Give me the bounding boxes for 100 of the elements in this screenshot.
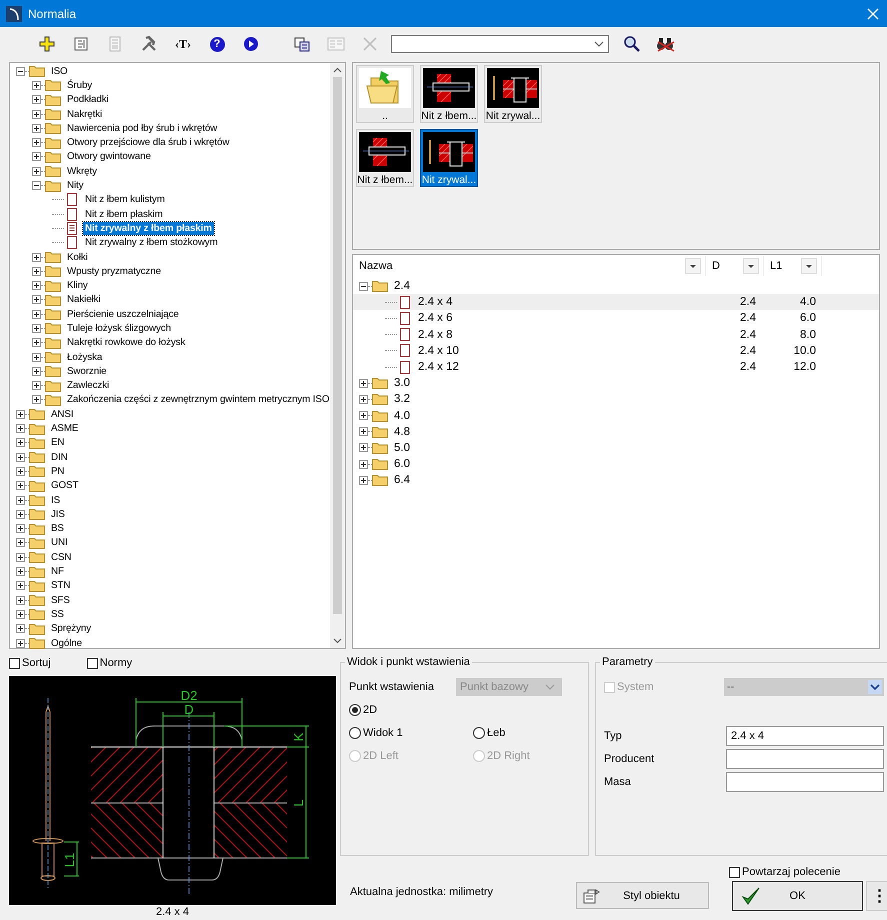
table-row[interactable]: 2.4	[353, 278, 879, 294]
table-row[interactable]: 6.0	[353, 456, 879, 472]
tree-item[interactable]: Podkładki	[65, 93, 111, 106]
scroll-down-icon[interactable]	[333, 638, 342, 644]
expander-icon[interactable]	[16, 538, 25, 548]
expander-icon[interactable]	[16, 638, 25, 648]
tree-item[interactable]: Tuleje łożysk ślizgowych	[65, 322, 173, 335]
tree-item[interactable]: Sprężyny	[49, 622, 94, 636]
expander-icon[interactable]	[16, 466, 25, 476]
tree-item[interactable]: Nity	[65, 179, 86, 192]
table-row[interactable]: 2.4 x 12 2.4 12.0	[353, 358, 879, 376]
expander-icon[interactable]	[32, 352, 41, 362]
close-icon[interactable]	[867, 8, 879, 20]
tree-item[interactable]: EN	[49, 436, 66, 450]
tree-item[interactable]: Nawiercenia pod łby śrub i wkrętów	[65, 122, 220, 135]
tree-item[interactable]: BS	[49, 522, 66, 536]
thumbnail[interactable]: Nit z łbem...	[356, 129, 414, 187]
expander-icon[interactable]	[32, 395, 41, 404]
search-combo[interactable]	[391, 35, 609, 53]
expander-icon[interactable]	[359, 282, 368, 291]
expander-icon[interactable]	[32, 281, 41, 290]
column-header[interactable]: D	[706, 256, 764, 276]
thumbnail[interactable]: ..	[356, 65, 414, 123]
expander-icon[interactable]	[16, 510, 25, 519]
tree-item[interactable]: Otwory przejściowe dla śrub i wkrętów	[65, 136, 232, 150]
expander-icon[interactable]	[16, 524, 25, 534]
tree-item[interactable]: Zawleczki	[65, 379, 112, 392]
expander-icon[interactable]	[359, 378, 368, 388]
input-field[interactable]: 2.4 x 4	[726, 726, 884, 746]
expander-icon[interactable]	[16, 410, 25, 419]
tree-item[interactable]: NF	[49, 565, 66, 578]
tree-item[interactable]: GOST	[49, 479, 80, 492]
expander-icon[interactable]	[359, 427, 368, 436]
expander-icon[interactable]	[16, 596, 25, 605]
tree-item[interactable]: Kołki	[65, 250, 90, 264]
tree-item[interactable]: Kliny	[65, 279, 90, 292]
expander-icon[interactable]	[32, 338, 41, 348]
dropdown-icon[interactable]	[743, 258, 759, 274]
tree-item[interactable]: SFS	[49, 594, 72, 607]
input-field[interactable]	[726, 749, 884, 769]
more-button[interactable]: ⋮	[866, 881, 887, 911]
table-row[interactable]: 2.4 x 6 2.4 6.0	[353, 310, 879, 327]
expander-icon[interactable]	[16, 66, 25, 76]
expander-icon[interactable]	[32, 138, 41, 148]
tree-item[interactable]: Nakrętki rowkowe do łożysk	[65, 336, 188, 350]
checkbox[interactable]	[729, 866, 740, 878]
table-row[interactable]: 2.4 x 10 2.4 10.0	[353, 342, 879, 359]
table-row[interactable]: 3.0	[353, 375, 879, 392]
column-header[interactable]: Nazwa	[353, 256, 706, 276]
expander-icon[interactable]	[16, 552, 25, 562]
dropdown-icon[interactable]	[685, 258, 701, 274]
tree-item[interactable]: Zakończenia części z zewnętrznym gwintem metrycznym ISO	[65, 393, 332, 406]
expander-icon[interactable]	[16, 624, 25, 634]
tree-item[interactable]: Wkręty	[65, 164, 99, 178]
expander-icon[interactable]	[32, 324, 41, 333]
expander-icon[interactable]	[32, 181, 41, 190]
scroll-up-icon[interactable]	[333, 67, 342, 73]
expander-icon[interactable]	[359, 411, 368, 420]
expander-icon[interactable]	[32, 295, 41, 304]
thumbnail[interactable]: Nit z łbem...	[420, 65, 478, 123]
expander-icon[interactable]	[32, 366, 41, 376]
thumbnail[interactable]: Nit zrywal...	[420, 129, 478, 187]
tree-item[interactable]: SS	[49, 608, 66, 621]
expander-icon[interactable]	[16, 496, 25, 505]
tree-item[interactable]: Łożyska	[65, 350, 104, 364]
table-row[interactable]: 2.4 x 8 2.4 8.0	[353, 326, 879, 343]
table-row[interactable]: 4.8	[353, 424, 879, 440]
chevron-down-icon[interactable]	[868, 680, 882, 694]
expander-icon[interactable]	[32, 252, 41, 262]
tree-item[interactable]: IS	[49, 494, 62, 507]
text-style-button[interactable]: ‹T›	[166, 31, 200, 57]
table-row[interactable]: 2.4 x 4 2.4 4.0	[353, 294, 879, 310]
dropdown-icon[interactable]	[801, 258, 817, 274]
expander-icon[interactable]	[16, 438, 25, 448]
radio-button[interactable]	[349, 727, 361, 739]
tree-item[interactable]: JIS	[49, 508, 67, 521]
checkbox[interactable]	[9, 658, 20, 668]
tree-item[interactable]: Nit zrywalny z łbem stożkowym	[83, 236, 220, 250]
table-row[interactable]: 6.4	[353, 472, 879, 488]
expander-icon[interactable]	[16, 567, 25, 576]
expander-icon[interactable]	[32, 124, 41, 133]
tree-item[interactable]: Otwory gwintowane	[65, 150, 153, 164]
expander-icon[interactable]	[16, 581, 25, 590]
expander-icon[interactable]	[359, 476, 368, 485]
radio-button[interactable]	[473, 727, 485, 739]
expander-icon[interactable]	[16, 481, 25, 490]
expander-icon[interactable]	[32, 310, 41, 319]
expander-icon[interactable]	[359, 443, 368, 452]
expander-icon[interactable]	[16, 452, 25, 462]
ok-button[interactable]: OK	[732, 881, 863, 911]
tree-item[interactable]: ANSI	[49, 408, 76, 421]
table-row[interactable]: 4.0	[353, 408, 879, 424]
expander-icon[interactable]	[359, 394, 368, 404]
input-field[interactable]	[726, 772, 884, 792]
tree-item[interactable]: Nit zrywalny z łbem płaskim	[83, 222, 214, 235]
expander-icon[interactable]	[32, 381, 41, 390]
expander-icon[interactable]	[32, 266, 41, 276]
tree-item[interactable]: Śruby	[65, 78, 94, 92]
scrollbar[interactable]	[330, 63, 345, 648]
table-row[interactable]: 5.0	[353, 440, 879, 456]
